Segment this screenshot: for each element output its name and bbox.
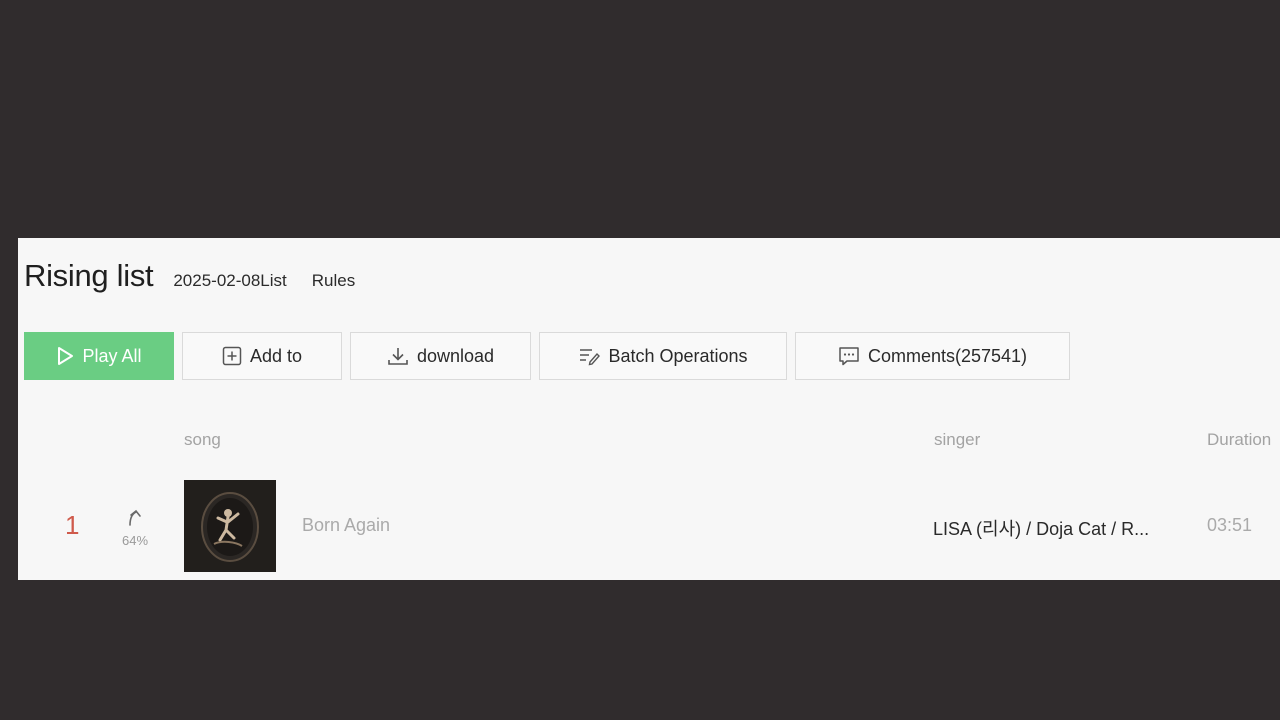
song-title[interactable]: Born Again <box>302 515 390 536</box>
play-icon <box>56 346 74 366</box>
column-header-duration: Duration <box>1207 430 1272 449</box>
rules-link[interactable]: Rules <box>312 271 355 291</box>
batch-edit-icon <box>578 346 601 366</box>
trend-indicator: 64% <box>118 508 152 548</box>
add-to-label: Add to <box>249 345 303 366</box>
add-to-button[interactable]: Add to <box>182 332 342 380</box>
trend-percent: 64% <box>121 533 149 548</box>
comment-icon <box>838 346 860 366</box>
column-header-singer: singer <box>934 430 981 449</box>
column-header-song: song <box>184 430 221 449</box>
plus-square-icon <box>222 346 242 366</box>
comments-button[interactable]: Comments(257541) <box>795 332 1070 380</box>
header-row: Rising list 2025-02-08List Rules <box>24 258 355 298</box>
batch-operations-button[interactable]: Batch Operations <box>539 332 787 380</box>
download-label: download <box>416 345 495 366</box>
play-all-label: Play All <box>82 345 142 366</box>
batch-operations-label: Batch Operations <box>608 345 748 366</box>
download-button[interactable]: download <box>350 332 531 380</box>
play-all-button[interactable]: Play All <box>24 332 174 380</box>
download-icon <box>387 346 409 366</box>
singer-name[interactable]: LISA (리사) / Doja Cat / R... <box>933 515 1149 541</box>
rank-number: 1 <box>65 510 80 540</box>
song-duration: 03:51 <box>1207 515 1253 535</box>
list-date[interactable]: 2025-02-08List <box>173 271 286 291</box>
rising-list-panel: Rising list 2025-02-08List Rules Play Al… <box>18 238 1280 580</box>
album-cover[interactable] <box>184 480 276 572</box>
page-title: Rising list <box>24 258 154 293</box>
table-row[interactable]: 1 64% Born Again LISA (리사) / Doja Cat / … <box>18 480 1280 574</box>
comments-label: Comments(257541) <box>867 345 1028 366</box>
arrow-up-icon <box>124 509 146 530</box>
